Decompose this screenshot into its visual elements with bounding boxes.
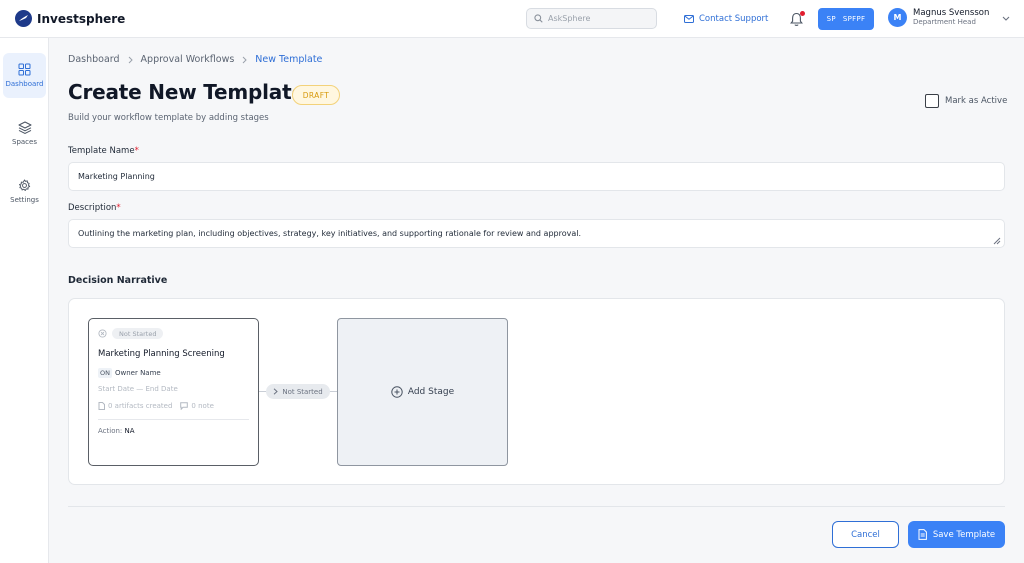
notes-count: 0 note bbox=[191, 402, 214, 410]
layers-icon bbox=[18, 121, 31, 134]
app-name: Investsphere bbox=[37, 11, 126, 26]
owner-initials: ON bbox=[98, 368, 112, 378]
page-title: Create New Template bbox=[68, 80, 305, 104]
breadcrumb-dashboard[interactable]: Dashboard bbox=[68, 54, 120, 65]
action-label: Action: bbox=[98, 427, 123, 435]
required-mark: * bbox=[134, 146, 139, 156]
sidebar-item-settings[interactable]: Settings bbox=[3, 169, 46, 214]
space-initials: SP bbox=[826, 15, 836, 23]
sidebar-item-spaces[interactable]: Spaces bbox=[3, 111, 46, 156]
sidebar: Dashboard Spaces Settings bbox=[0, 38, 49, 563]
description-label-text: Description bbox=[68, 203, 117, 213]
chevron-right-icon bbox=[128, 56, 133, 63]
contact-support-label: Contact Support bbox=[699, 14, 769, 24]
search-input[interactable] bbox=[548, 14, 648, 23]
owner-name: Owner Name bbox=[114, 369, 161, 377]
user-name: Magnus Svensson bbox=[913, 8, 990, 18]
top-bar: Investsphere Contact Support SP SPFPF M … bbox=[0, 0, 1024, 38]
save-template-label: Save Template bbox=[932, 529, 996, 540]
sidebar-item-dashboard[interactable]: Dashboard bbox=[3, 53, 46, 98]
search-box[interactable] bbox=[526, 8, 657, 29]
connector-status: Not Started bbox=[266, 384, 330, 399]
stage-action: Action: NA bbox=[98, 427, 135, 435]
sidebar-item-label: Dashboard bbox=[5, 80, 44, 88]
avatar: M bbox=[888, 8, 907, 27]
add-stage-label: Add Stage bbox=[407, 387, 455, 397]
chevron-down-icon bbox=[1002, 16, 1010, 21]
artifacts-count: 0 artifacts created bbox=[108, 402, 173, 410]
template-name-label-text: Template Name bbox=[68, 146, 135, 156]
contact-support-link[interactable]: Contact Support bbox=[684, 14, 768, 24]
chevron-right-icon bbox=[273, 388, 279, 395]
breadcrumb-current: New Template bbox=[255, 54, 323, 65]
user-role: Department Head bbox=[913, 18, 976, 26]
grid-icon bbox=[18, 63, 31, 76]
description-label: Description* bbox=[68, 203, 121, 213]
checkbox-box[interactable] bbox=[925, 94, 939, 108]
plus-circle-icon bbox=[391, 386, 403, 398]
search-icon bbox=[534, 14, 543, 23]
logo-icon bbox=[15, 10, 32, 27]
mail-icon bbox=[684, 15, 694, 23]
document-icon bbox=[98, 402, 105, 410]
sidebar-item-label: Settings bbox=[10, 196, 39, 204]
mark-as-active-label: Mark as Active bbox=[945, 96, 1008, 106]
stage-status-pill: Not Started bbox=[112, 328, 164, 339]
app-logo[interactable]: Investsphere bbox=[15, 10, 125, 27]
stage-dates: Start Date — End Date bbox=[98, 385, 178, 393]
save-template-button[interactable]: Save Template bbox=[908, 521, 1005, 548]
gear-icon bbox=[19, 179, 31, 191]
stage-status: Not Started bbox=[98, 328, 164, 339]
space-selector-button[interactable]: SP SPFPF bbox=[818, 8, 874, 30]
breadcrumb: Dashboard Approval Workflows New Templat… bbox=[68, 54, 322, 65]
stage-name: Marketing Planning Screening bbox=[98, 349, 225, 359]
notification-dot bbox=[800, 11, 805, 16]
connector-status-label: Not Started bbox=[282, 387, 323, 396]
mark-as-active-checkbox[interactable]: Mark as Active bbox=[925, 94, 1007, 108]
description-textarea[interactable]: Outlining the marketing plan, including … bbox=[68, 219, 1005, 248]
page-subtitle: Build your workflow template by adding s… bbox=[68, 113, 269, 123]
add-stage-button[interactable]: Add Stage bbox=[337, 318, 508, 466]
stage-owner: ON Owner Name bbox=[98, 368, 161, 378]
stage-card[interactable]: Not Started Marketing Planning Screening… bbox=[88, 318, 259, 466]
user-menu[interactable]: M Magnus Svensson Department Head bbox=[888, 8, 1010, 27]
resize-handle-icon[interactable] bbox=[993, 237, 1001, 245]
chevron-right-icon bbox=[242, 56, 248, 63]
card-divider bbox=[98, 419, 249, 420]
notifications-button[interactable] bbox=[790, 11, 805, 27]
cancel-button[interactable]: Cancel bbox=[832, 521, 899, 548]
section-title-decision-narrative: Decision Narrative bbox=[68, 275, 168, 286]
space-name: SPFPF bbox=[842, 15, 866, 23]
breadcrumb-approval-workflows[interactable]: Approval Workflows bbox=[141, 54, 235, 65]
action-value: NA bbox=[124, 427, 135, 435]
status-badge: DRAFT bbox=[292, 85, 340, 105]
sidebar-item-label: Spaces bbox=[12, 138, 37, 146]
footer-divider bbox=[68, 506, 1005, 507]
required-mark: * bbox=[116, 203, 121, 213]
template-name-label: Template Name* bbox=[68, 146, 139, 156]
template-name-input[interactable] bbox=[68, 162, 1005, 191]
status-circle-x-icon bbox=[98, 329, 107, 338]
stage-meta: 0 artifacts created 0 note bbox=[98, 402, 214, 410]
comment-icon bbox=[180, 402, 189, 410]
document-icon bbox=[918, 529, 927, 540]
